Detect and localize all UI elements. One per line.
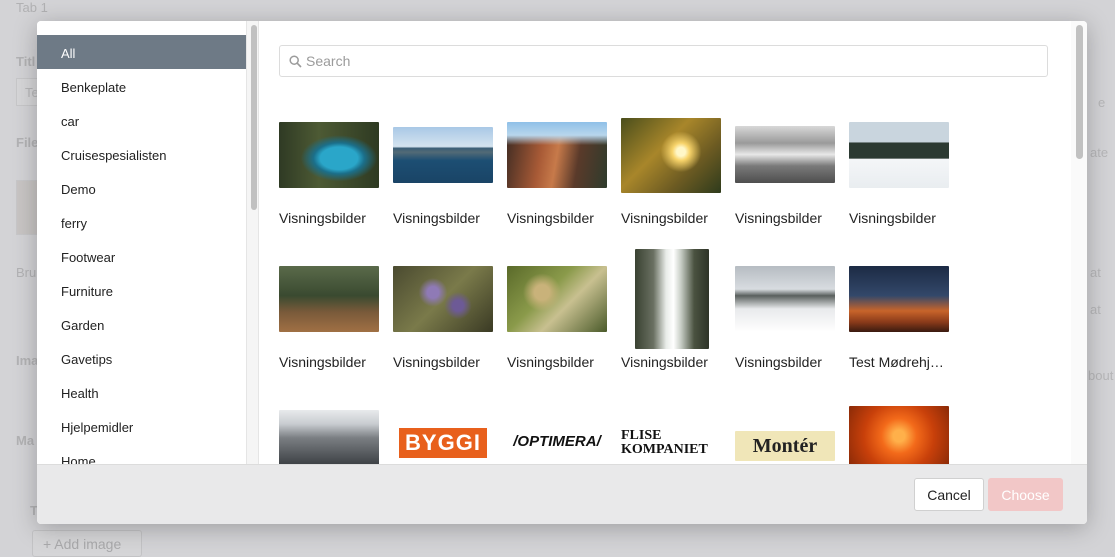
flise-kompaniet-logo[interactable]: FLISE KOMPANIET	[621, 426, 721, 461]
sidebar-scrollbar-thumb[interactable]	[251, 25, 257, 210]
media-tile-label: Visningsbilder	[621, 354, 708, 370]
sidebar-item-hjelpemidler[interactable]: Hjelpemidler	[37, 409, 246, 443]
star-trails-photo[interactable]	[849, 266, 949, 332]
sidebar-item-footwear[interactable]: Footwear	[37, 239, 246, 273]
snowy-mountain-photo[interactable]	[735, 266, 835, 332]
skyscraper-photo[interactable]	[279, 410, 379, 464]
autumn-leaves-sun-photo[interactable]	[621, 118, 721, 193]
cancel-button[interactable]: Cancel	[914, 478, 984, 511]
canyon-rock-photo[interactable]	[507, 122, 607, 188]
media-tile-label: Visningsbilder	[279, 354, 366, 370]
choose-button[interactable]: Choose	[988, 478, 1063, 511]
green-foliage-photo[interactable]	[507, 266, 607, 332]
sidebar-item-benkeplate[interactable]: Benkeplate	[37, 69, 246, 103]
media-tile-label: Visningsbilder	[849, 210, 936, 226]
media-tile-label: Visningsbilder	[507, 210, 594, 226]
media-tile-label: Visningsbilder	[735, 354, 822, 370]
lavender-flowers-photo[interactable]	[393, 266, 493, 332]
cloudy-sea-photo[interactable]	[735, 126, 835, 183]
category-sidebar: All Benkeplate car Cruisespesialisten Demo fe…	[37, 21, 247, 464]
byggi-logo[interactable]: BYGGI	[393, 421, 493, 464]
media-tile-label: Visningsbilder	[507, 354, 594, 370]
hiker-boardwalk-photo[interactable]	[279, 266, 379, 332]
media-tile-label: Test Mødrehj…	[849, 354, 944, 370]
orange-flower-photo[interactable]	[849, 406, 949, 464]
search-box	[279, 45, 1048, 77]
optimera-logo[interactable]: /OPTIMERA/	[507, 426, 607, 456]
logo-text: BYGGI	[399, 428, 487, 458]
modal-footer: Cancel Choose	[37, 464, 1087, 524]
media-tile-label: Visningsbilder	[735, 210, 822, 226]
media-picker-modal: All Benkeplate car Cruisespesialisten Demo fe…	[37, 21, 1087, 524]
sidebar-item-health[interactable]: Health	[37, 375, 246, 409]
waterfall-rainbow-photo[interactable]	[635, 249, 709, 349]
media-tile-label: Visningsbilder	[621, 210, 708, 226]
lake-forest-photo[interactable]	[279, 122, 379, 188]
kayak-lake-photo[interactable]	[393, 127, 493, 183]
snow-cabin-photo[interactable]	[849, 122, 949, 188]
sidebar-item-all[interactable]: All	[37, 35, 246, 69]
media-tile-label: Visningsbilder	[393, 210, 480, 226]
sidebar-item-garden[interactable]: Garden	[37, 307, 246, 341]
sidebar-item-gavetips[interactable]: Gavetips	[37, 341, 246, 375]
sidebar-item-home[interactable]: Home	[37, 443, 246, 464]
sidebar-item-car[interactable]: car	[37, 103, 246, 137]
search-input[interactable]	[306, 46, 1036, 76]
media-grid-panel: Visningsbilder Visningsbilder Visningsbild…	[260, 21, 1087, 464]
sidebar-item-cruisespesialisten[interactable]: Cruisespesialisten	[37, 137, 246, 171]
media-tile-label: Visningsbilder	[279, 210, 366, 226]
monter-logo[interactable]: Montér	[735, 431, 835, 461]
sidebar-item-demo[interactable]: Demo	[37, 171, 246, 205]
media-tile-label: Visningsbilder	[393, 354, 480, 370]
search-icon	[289, 55, 302, 68]
sidebar-item-ferry[interactable]: ferry	[37, 205, 246, 239]
grid-scrollbar-thumb[interactable]	[1076, 25, 1083, 159]
sidebar-item-furniture[interactable]: Furniture	[37, 273, 246, 307]
